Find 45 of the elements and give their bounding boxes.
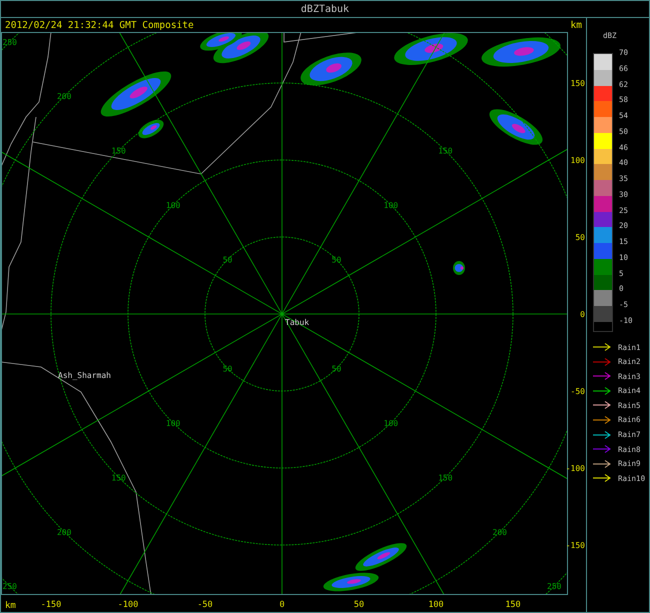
range-ring-label: 50 (222, 364, 232, 374)
x-axis-unit: km (5, 601, 16, 611)
range-ring-label: 250 (2, 38, 17, 47)
arrow-icon (593, 460, 611, 468)
y-axis-label: 150 (570, 79, 585, 88)
x-axis-label: 150 (505, 600, 521, 610)
window-title: dBZTabuk (300, 4, 350, 14)
x-axis-label: -50 (197, 600, 213, 610)
range-ring-label: 150 (111, 473, 126, 482)
range-ring-label: 200 (492, 528, 508, 537)
range-ring-label: 100 (166, 418, 180, 428)
range-ring-label: 150 (111, 146, 126, 156)
range-ring-label: 50 (332, 364, 342, 374)
x-axis-label: 100 (428, 600, 444, 610)
x-axis-label: 50 (354, 600, 364, 610)
range-ring-label: 150 (438, 146, 453, 156)
arrow-icon (593, 358, 611, 366)
y-axis-label: 0 (580, 310, 585, 319)
x-axis-label: 0 (279, 600, 285, 610)
y-axis-label: 50 (575, 233, 585, 242)
arrow-icon (593, 401, 611, 410)
arrow-icon (593, 445, 611, 454)
arrow-icon (593, 386, 611, 395)
arrow-icon (593, 474, 611, 482)
y-axis-label: -50 (570, 387, 585, 396)
range-ring-label: 100 (384, 201, 398, 210)
range-ring-label: 100 (384, 418, 398, 428)
range-ring-label: 150 (438, 473, 453, 482)
range-ring-label: 250 (547, 582, 562, 592)
range-ring-label: 250 (2, 582, 17, 592)
range-ring-label: 50 (222, 256, 232, 265)
range-ring-label: 50 (332, 256, 342, 265)
range-ring-label: 200 (56, 92, 72, 102)
range-ring-label: 100 (166, 201, 180, 210)
arrow-icon (593, 430, 611, 439)
y-axis-label: 100 (570, 156, 585, 165)
arrow-icon (593, 372, 611, 380)
arrow-icon (593, 343, 611, 351)
place-label: Ash_Sharmah (58, 371, 111, 380)
unit-label: km (570, 20, 582, 30)
x-axis-label: -100 (118, 600, 138, 610)
x-axis-label: -150 (40, 600, 62, 610)
arrow-icon (593, 416, 611, 424)
range-ring-label: 200 (56, 528, 72, 537)
timestamp-label: 2012/02/24 21:32:44 GMT Composite (5, 20, 194, 30)
